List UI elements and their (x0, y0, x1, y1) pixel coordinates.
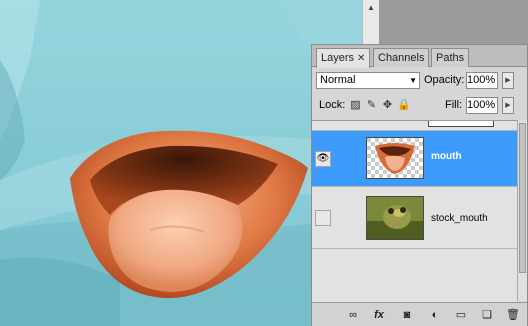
opacity-field[interactable]: 100% (466, 72, 498, 89)
chevron-down-icon: ▼ (409, 76, 417, 85)
layer-list-scroll-thumb[interactable] (519, 123, 526, 273)
tab-channels-label: Channels (378, 52, 425, 64)
layer-list[interactable]: 👁 mouth stock_mouth (312, 120, 517, 302)
layer-list-scrollbar[interactable] (517, 120, 527, 301)
layer-name-mouth[interactable]: mouth (431, 151, 462, 162)
document-canvas[interactable] (0, 0, 362, 326)
opacity-label: Opacity: (424, 74, 465, 86)
lock-row: Lock: ▨ ✎ ✥ 🔒 Fill: 100% ▶ (312, 95, 527, 117)
layer-row-stock-mouth[interactable]: stock_mouth (312, 187, 517, 249)
fill-slider-arrow-icon[interactable]: ▶ (502, 97, 514, 114)
tab-paths-label: Paths (436, 52, 465, 64)
close-icon[interactable]: ✕ (357, 53, 365, 64)
layer-thumbnail-mouth (366, 137, 424, 179)
layer-thumbnail-partial (428, 121, 494, 127)
link-layers-icon[interactable]: ∞ (344, 308, 362, 322)
opacity-slider-arrow-icon[interactable]: ▶ (502, 72, 514, 89)
scroll-up-arrow-icon[interactable]: ▲ (363, 0, 379, 16)
layer-row-mouth[interactable]: 👁 mouth (312, 131, 517, 187)
tab-layers[interactable]: Layers ✕ (316, 48, 371, 68)
eye-icon[interactable]: 👁 (315, 151, 331, 167)
blend-mode-value: Normal (320, 74, 356, 86)
layer-row-partial[interactable] (312, 121, 517, 131)
tab-paths[interactable]: Paths (431, 48, 470, 67)
lock-image-pixels-icon[interactable]: ✎ (365, 98, 378, 112)
tab-channels[interactable]: Channels (373, 48, 430, 67)
layer-thumbnail-stock-mouth (366, 196, 424, 240)
layers-panel: Layers ✕ Channels Paths Normal ▼ Opacity:… (311, 44, 528, 326)
eye-hidden-icon[interactable] (315, 210, 331, 226)
fx-icon[interactable]: fx (370, 308, 388, 322)
lock-position-icon[interactable]: ✥ (381, 98, 394, 112)
lock-all-icon[interactable]: 🔒 (397, 98, 411, 112)
layers-panel-footer: ∞ fx ◙ ◐ ▭ ❏ 🗑 (312, 302, 527, 326)
tab-layers-label: Layers (321, 52, 355, 64)
fill-field[interactable]: 100% (466, 97, 498, 114)
panel-tab-bar: Layers ✕ Channels Paths (312, 45, 527, 68)
blend-row: Normal ▼ Opacity: 100% ▶ (312, 70, 527, 92)
new-layer-icon[interactable]: ❏ (478, 308, 496, 322)
lock-label: Lock: (319, 99, 346, 111)
adjustment-layer-icon[interactable]: ◐ (426, 308, 444, 322)
new-group-icon[interactable]: ▭ (452, 308, 470, 322)
fill-label: Fill: (445, 99, 463, 111)
layer-mask-icon[interactable]: ◙ (398, 308, 416, 322)
blend-mode-select[interactable]: Normal ▼ (316, 72, 420, 89)
layer-name-stock-mouth[interactable]: stock_mouth (431, 213, 488, 224)
lock-transparent-pixels-icon[interactable]: ▨ (349, 98, 362, 112)
delete-layer-icon[interactable]: 🗑 (504, 308, 522, 322)
canvas-artwork (0, 0, 362, 326)
